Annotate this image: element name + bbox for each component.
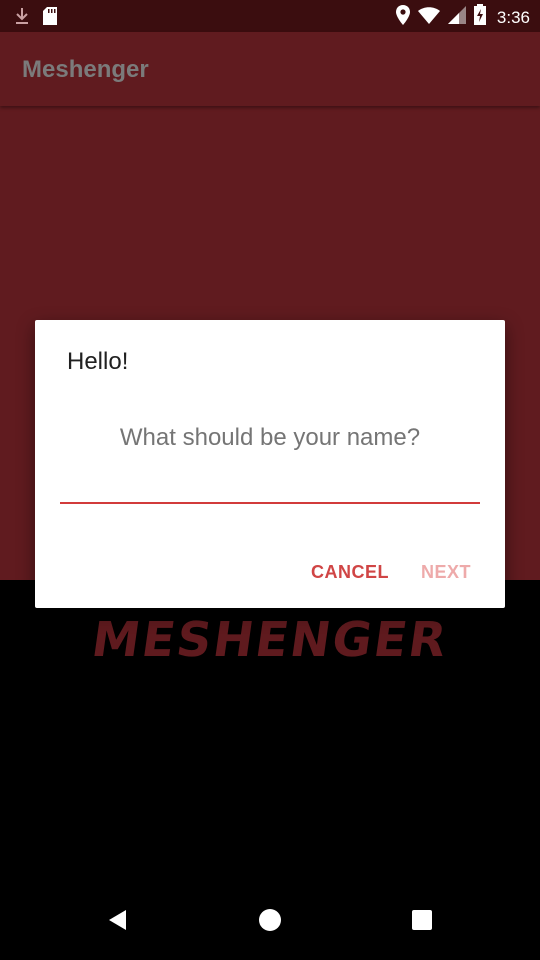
next-button[interactable]: NEXT (409, 554, 483, 591)
name-dialog: Hello! What should be your name? CANCEL … (35, 320, 505, 608)
status-bar: 3:36 (0, 0, 540, 32)
wifi-icon (417, 5, 441, 30)
app-title: Meshenger (22, 56, 149, 83)
recents-icon[interactable] (410, 908, 434, 932)
sd-card-icon (42, 6, 58, 31)
back-icon[interactable] (106, 908, 130, 932)
dialog-title: Hello! (67, 348, 129, 375)
cancel-button[interactable]: CANCEL (299, 554, 401, 591)
status-left (14, 6, 58, 31)
meshenger-logo: MESHENGER (88, 612, 452, 668)
nav-bar (0, 880, 540, 960)
signal-icon (447, 5, 467, 30)
app-bar: Meshenger (0, 32, 540, 106)
dialog-message: What should be your name? (119, 424, 421, 451)
download-icon (14, 6, 30, 31)
home-icon[interactable] (258, 908, 282, 932)
dialog-actions: CANCEL NEXT (299, 554, 483, 591)
status-right: 3:36 (395, 4, 530, 31)
status-time: 3:36 (496, 7, 530, 27)
location-icon (395, 4, 411, 31)
name-input[interactable] (60, 466, 480, 504)
battery-icon (473, 4, 487, 31)
screen: 3:36 Meshenger MESHENGER Hello! What sho… (0, 0, 540, 960)
